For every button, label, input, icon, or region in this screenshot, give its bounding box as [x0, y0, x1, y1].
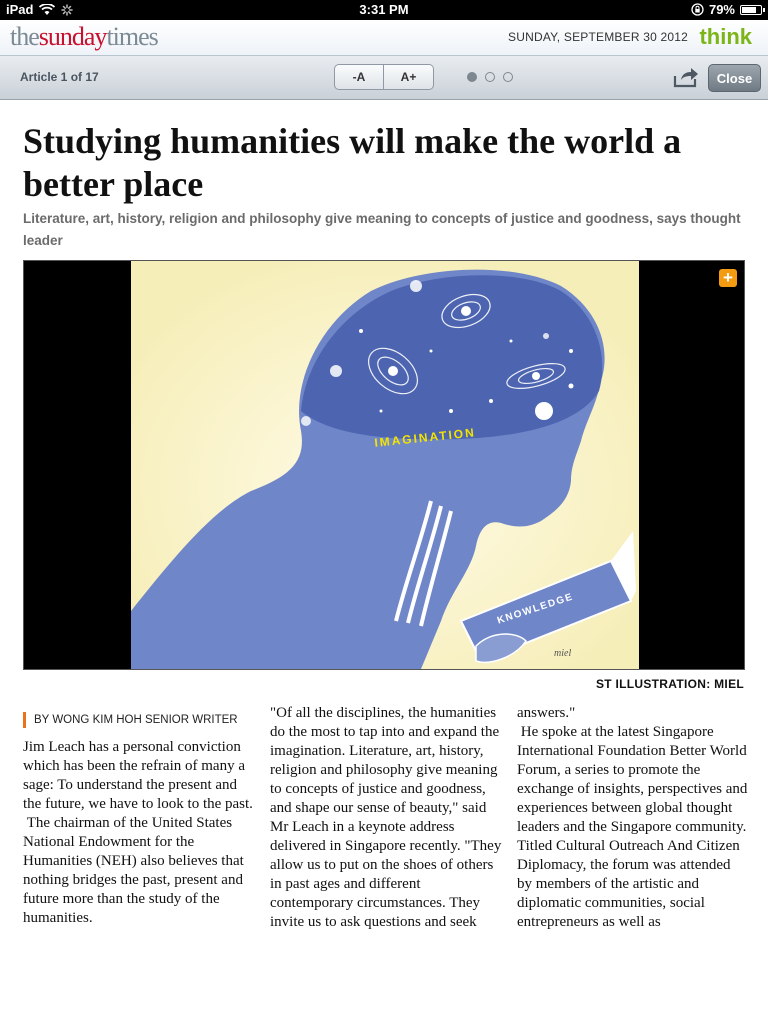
artist-signature: miel	[554, 648, 571, 659]
page-indicator[interactable]	[467, 72, 513, 82]
article-column-1: BY WONG KIM HOH SENIOR WRITER Jim Leach …	[23, 704, 255, 928]
issue-date: SUNDAY, SEPTEMBER 30 2012	[508, 30, 688, 44]
article-column-3: answers." He spoke at the latest Singapo…	[517, 704, 749, 932]
font-size-controls: -A A+	[334, 64, 434, 90]
section-name: think	[699, 24, 752, 49]
clock: 3:31 PM	[359, 2, 409, 17]
image-credit: ST ILLUSTRATION: MIEL	[595, 677, 744, 691]
article-counter: Article 1 of 17	[20, 70, 99, 84]
body-text: "Of all the disciplines, the humanities …	[270, 705, 506, 930]
article-figure[interactable]: IMAGINATION KNOWLEDGE miel +	[23, 260, 745, 670]
close-button[interactable]: Close	[708, 64, 761, 92]
illustration: IMAGINATION KNOWLEDGE miel	[131, 261, 639, 669]
article-column-2: "Of all the disciplines, the humanities …	[270, 704, 502, 932]
article-standfirst: Literature, art, history, religion and p…	[23, 211, 741, 248]
sunday-times-logo: thesundaytimes	[10, 22, 159, 51]
status-bar: iPad 3:31 PM 79%	[0, 0, 768, 20]
page-dot[interactable]	[485, 72, 495, 82]
reader-toolbar: Article 1 of 17 -A A+ Close	[0, 56, 768, 100]
battery-icon	[740, 4, 765, 15]
decrease-font-button[interactable]: -A	[334, 64, 384, 90]
article-headline: Studying humanities will make the world …	[23, 121, 682, 204]
body-text: Jim Leach has a personal conviction whic…	[23, 739, 253, 926]
body-text: answers." He spoke at the latest Singapo…	[517, 705, 748, 930]
masthead: thesundaytimes SUNDAY, SEPTEMBER 30 2012…	[0, 20, 768, 56]
page-dot[interactable]	[467, 72, 477, 82]
page-dot[interactable]	[503, 72, 513, 82]
orientation-lock-icon	[691, 3, 704, 16]
share-icon[interactable]	[673, 66, 699, 88]
increase-font-button[interactable]: A+	[384, 64, 434, 90]
byline: BY WONG KIM HOH SENIOR WRITER	[23, 712, 255, 728]
battery-percent: 79%	[708, 2, 735, 17]
expand-image-button[interactable]: +	[719, 269, 737, 287]
